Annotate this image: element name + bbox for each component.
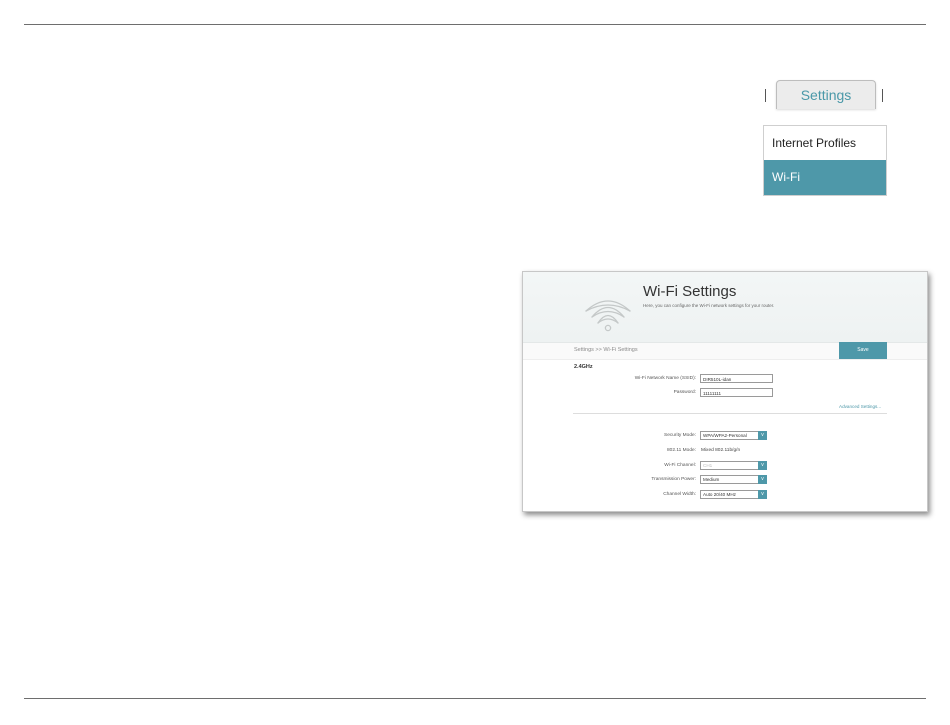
security-mode-select[interactable]: WPA/WPA2-Personal v	[700, 431, 767, 440]
channel-width-select[interactable]: Auto 20/40 MHz v	[700, 490, 767, 499]
chevron-down-icon[interactable]: v	[758, 431, 767, 440]
wifi-settings-screenshot: Wi-Fi Settings Here, you can configure t…	[522, 271, 928, 512]
password-input[interactable]: 11111111	[700, 388, 773, 397]
wifi-channel-label: Wi-Fi Channel:	[664, 463, 696, 468]
chevron-down-icon[interactable]: v	[758, 475, 767, 484]
top-rule	[24, 24, 926, 25]
advanced-settings-link[interactable]: Advanced Settings...	[839, 404, 881, 409]
chevron-down-icon[interactable]: v	[758, 490, 767, 499]
menu-separator-left	[765, 89, 766, 102]
page-description: Here, you can configure the Wi-Fi networ…	[643, 303, 775, 308]
breadcrumb: Settings >> Wi-Fi Settings	[574, 347, 638, 353]
band-label: 2.4GHz	[574, 364, 593, 370]
security-mode-label: Security Mode:	[664, 433, 696, 438]
ssid-input[interactable]: DIR510L-idan	[700, 374, 773, 383]
page-header: Wi-Fi Settings Here, you can configure t…	[523, 272, 927, 343]
wifi-channel-value: CH1	[703, 463, 713, 468]
password-label: Password:	[673, 390, 696, 395]
chevron-down-icon[interactable]: v	[758, 461, 767, 470]
settings-menu: Settings	[764, 80, 886, 110]
menu-item-internet-profiles[interactable]: Internet Profiles	[764, 126, 886, 160]
settings-tab[interactable]: Settings	[776, 80, 876, 109]
menu-separator-right	[882, 89, 883, 102]
transmission-power-select[interactable]: Medium v	[700, 475, 767, 484]
wifi-channel-select[interactable]: CH1 v	[700, 461, 767, 470]
section-divider	[573, 413, 887, 414]
transmission-power-label: Transmission Power:	[651, 477, 696, 482]
bottom-rule	[24, 698, 926, 699]
channel-width-label: Channel Width:	[663, 492, 696, 497]
80211-mode-label: 802.11 Mode:	[667, 448, 696, 453]
channel-width-value: Auto 20/40 MHz	[703, 492, 736, 497]
page-title: Wi-Fi Settings	[643, 283, 737, 300]
transmission-power-value: Medium	[703, 477, 720, 482]
wifi-icon	[585, 300, 631, 332]
menu-item-wifi[interactable]: Wi-Fi	[764, 160, 886, 195]
settings-dropdown: Internet Profiles Wi-Fi	[763, 125, 887, 196]
ssid-label: Wi-Fi Network Name (SSID):	[634, 376, 696, 381]
save-button[interactable]: Save	[839, 342, 887, 359]
80211-mode-value: Mixed 802.11b/g/n	[701, 448, 741, 453]
security-mode-value: WPA/WPA2-Personal	[703, 433, 747, 438]
